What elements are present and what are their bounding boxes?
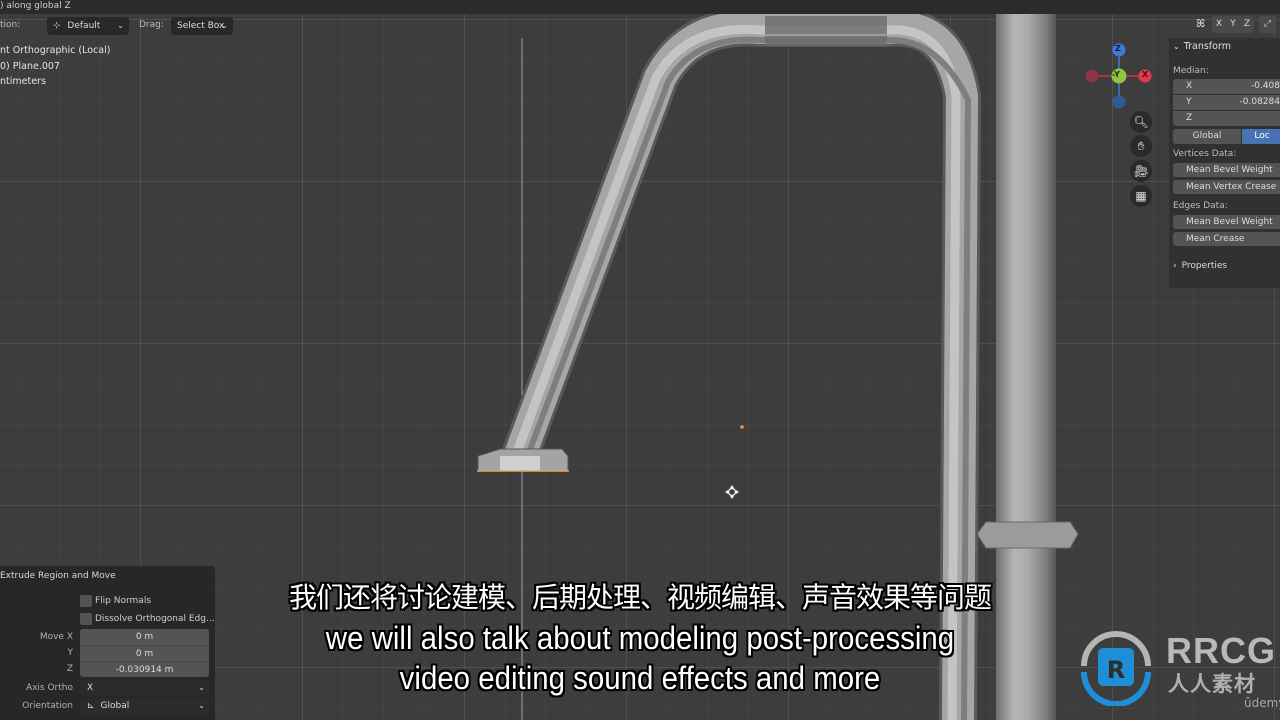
global-toggle[interactable]: Global	[1173, 129, 1241, 144]
gizmo-neg-z	[1112, 95, 1126, 109]
pan-view-button[interactable]: ✋︎	[1130, 135, 1152, 157]
brand-name-cn: 人人素材	[1168, 672, 1256, 696]
pole-ring	[976, 521, 1079, 549]
chevron-down-icon: ⌄	[221, 21, 228, 30]
median-label: Median:	[1173, 66, 1209, 76]
move-cursor-icon	[725, 485, 739, 499]
auto-merge-icon[interactable]: ⤢	[1259, 16, 1276, 33]
median-x-field[interactable]: X -0.408	[1173, 79, 1280, 94]
magnifier-plus-icon: 🔍︎	[1133, 115, 1149, 129]
drag-label: Drag:	[139, 20, 164, 30]
local-toggle[interactable]: Loc	[1242, 129, 1280, 144]
operation-status-text: ) along global Z	[0, 1, 71, 11]
orientation-axes-icon: ⊾	[87, 701, 95, 711]
edge-bevel-weight-button[interactable]: Mean Bevel Weight	[1173, 215, 1280, 229]
hand-icon: ✋︎	[1137, 138, 1145, 153]
gizmo-z-label: Z	[1115, 44, 1121, 53]
grid-icon: ▦	[1135, 189, 1147, 203]
rrcg-logo-icon: R	[1081, 631, 1151, 706]
mirror-z-button[interactable]: Z	[1240, 16, 1254, 33]
gizmo-x-label: X	[1142, 70, 1149, 79]
ortho-toggle-button[interactable]: ▦	[1130, 185, 1152, 207]
chevron-down-icon: ⌄	[198, 701, 205, 710]
mirror-x-button[interactable]: X	[1212, 16, 1226, 33]
orientation-dropdown[interactable]: ⊾ Global ⌄	[80, 698, 209, 714]
subtitle-chinese: 我们还将讨论建模、后期处理、视频编辑、声音效果等问题	[288, 581, 992, 614]
unit-scale: ntimeters	[0, 76, 46, 87]
chevron-right-icon: ›	[1173, 261, 1177, 271]
mirror-y-button[interactable]: Y	[1226, 16, 1240, 33]
viewport-info-overlay: nt Orthographic (Local) 0) Plane.007 nti…	[0, 43, 110, 90]
chevron-down-icon: ⌄	[1173, 42, 1180, 51]
udemy-logo: ûdemy	[1244, 696, 1280, 710]
vertex-bevel-weight-button[interactable]: Mean Bevel Weight	[1173, 163, 1280, 177]
transform-orientation-dropdown[interactable]: ⊹ Default ⌄	[47, 17, 129, 35]
subtitle-english-line2: video editing sound effects and more	[399, 660, 881, 696]
camera-view-button[interactable]: 🎥︎	[1130, 160, 1152, 182]
viewport-header: tion: ⊹ Default ⌄ Drag: Select Box ⌄	[0, 14, 1170, 38]
view-name: nt Orthographic (Local)	[0, 45, 111, 56]
brand-name: RRCG	[1166, 630, 1276, 671]
median-x-value: -0.408	[1250, 81, 1280, 91]
chevron-down-icon: ⌄	[117, 21, 124, 30]
camera-icon: 🎥︎	[1133, 164, 1149, 178]
navigation-gizmo[interactable]: Z -Y X	[1082, 40, 1162, 115]
vertex-crease-button[interactable]: Mean Vertex Crease	[1173, 180, 1280, 194]
median-y-value: -0.08284	[1239, 97, 1280, 107]
edge-crease-button[interactable]: Mean Crease	[1173, 232, 1280, 246]
butterfly-icon[interactable]: ꕤ	[1196, 17, 1205, 31]
active-object: 0) Plane.007	[0, 60, 60, 72]
rrcg-watermark: R RRCG 人人素材 ûdemy	[1076, 626, 1280, 720]
gizmo-neg-x	[1085, 69, 1099, 83]
origin-point	[740, 425, 744, 429]
median-y-field[interactable]: Y -0.08284	[1173, 95, 1280, 110]
properties-section-header[interactable]: › Properties	[1173, 261, 1227, 271]
edges-data-label: Edges Data:	[1173, 201, 1228, 211]
drag-select-dropdown[interactable]: Select Box ⌄	[171, 17, 233, 35]
vertices-data-label: Vertices Data:	[1173, 149, 1237, 159]
orientation-value: Default	[67, 21, 101, 31]
transform-section-header[interactable]: ⌄ Transform	[1173, 41, 1231, 52]
sidebar-transform-panel: ⌄ Transform Median: X -0.408 Y -0.08284 Z G…	[1169, 38, 1280, 288]
median-z-field[interactable]: Z	[1173, 111, 1280, 126]
orientation-label: tion:	[0, 20, 21, 30]
gizmo-y-label: -Y	[1112, 70, 1120, 79]
orientation-label: Orientation	[22, 701, 73, 711]
svg-text:R: R	[1107, 656, 1125, 684]
status-strip: ) along global Z	[0, 0, 1280, 14]
zoom-view-button[interactable]: 🔍︎	[1130, 111, 1152, 133]
orientation-axes-icon: ⊹	[53, 21, 61, 31]
subtitle-english-line1: we will also talk about modeling post-pr…	[325, 620, 955, 656]
drag-value: Select Box	[177, 21, 225, 31]
